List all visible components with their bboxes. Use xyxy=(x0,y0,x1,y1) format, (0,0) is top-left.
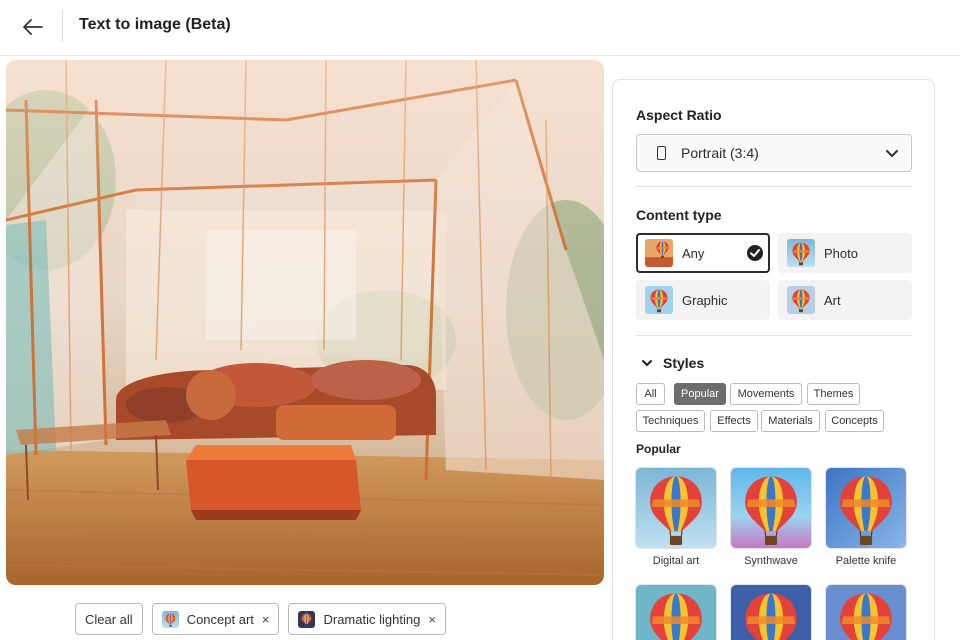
chip-concept-art[interactable]: Concept art × xyxy=(151,603,280,635)
graphic-thumbnail xyxy=(645,286,673,314)
filter-effects[interactable]: Effects xyxy=(710,410,758,432)
chip-label: Dramatic lighting xyxy=(323,611,421,627)
filter-popular[interactable]: Popular xyxy=(674,383,726,405)
content-type-label: Graphic xyxy=(682,292,728,308)
content-type-label: Photo xyxy=(824,245,858,261)
filter-themes[interactable]: Themes xyxy=(807,383,860,405)
back-button[interactable] xyxy=(18,12,48,42)
checkmark-circle-icon xyxy=(747,245,763,261)
filter-all[interactable]: All xyxy=(636,383,665,405)
settings-panel: Aspect Ratio Portrait (3:4) Content type… xyxy=(612,79,935,640)
style-tile-digital-art[interactable] xyxy=(636,468,716,548)
content-type-art[interactable]: Art xyxy=(778,280,912,320)
style-label: Palette knife xyxy=(835,555,897,567)
style-label: Digital art xyxy=(652,555,700,567)
arrow-left-icon xyxy=(23,19,43,35)
aspect-ratio-dropdown[interactable]: Portrait (3:4) xyxy=(636,134,912,172)
clear-all-button[interactable]: Clear all xyxy=(75,603,143,635)
styles-title: Styles xyxy=(663,355,705,371)
generated-image[interactable] xyxy=(6,60,604,585)
page-title: Text to image (Beta) xyxy=(79,16,231,33)
chevron-down-icon xyxy=(886,150,898,157)
any-thumbnail xyxy=(645,239,673,267)
top-bar: Text to image (Beta) xyxy=(0,0,960,56)
concept-art-thumbnail xyxy=(161,610,179,628)
chip-label: Concept art xyxy=(186,611,254,627)
content-type-any[interactable]: Any xyxy=(636,233,770,273)
filter-materials[interactable]: Materials xyxy=(761,410,820,432)
header-divider xyxy=(62,10,63,42)
divider xyxy=(636,186,912,187)
dramatic-lighting-thumbnail xyxy=(298,610,316,628)
art-thumbnail xyxy=(787,286,815,314)
content-type-label: Art xyxy=(824,292,841,308)
styles-toggle[interactable]: Styles xyxy=(641,355,704,371)
style-tile[interactable] xyxy=(636,585,716,640)
style-tile-palette-knife[interactable] xyxy=(826,468,906,548)
content-type-photo[interactable]: Photo xyxy=(778,233,912,273)
aspect-ratio-value: Portrait (3:4) xyxy=(681,145,759,161)
chevron-down-icon xyxy=(642,360,652,366)
style-tile[interactable] xyxy=(826,585,906,640)
content-type-label: Any xyxy=(682,245,705,261)
clear-all-label: Clear all xyxy=(85,611,133,627)
style-label: Synthwave xyxy=(744,555,798,567)
portrait-icon xyxy=(657,146,666,160)
close-icon[interactable]: × xyxy=(428,612,436,627)
prompt-chips: Clear all Concept art × Dramatic lightin… xyxy=(75,603,446,635)
filter-movements[interactable]: Movements xyxy=(730,383,802,405)
photo-thumbnail xyxy=(787,239,815,267)
style-tile[interactable] xyxy=(731,585,811,640)
filter-techniques[interactable]: Techniques xyxy=(636,410,705,432)
filter-concepts[interactable]: Concepts xyxy=(825,410,884,432)
divider xyxy=(636,335,912,336)
aspect-ratio-title: Aspect Ratio xyxy=(636,107,722,123)
popular-group-title: Popular xyxy=(636,442,681,456)
content-type-title: Content type xyxy=(636,207,722,223)
style-tile-synthwave[interactable] xyxy=(731,468,811,548)
content-type-graphic[interactable]: Graphic xyxy=(636,280,770,320)
chip-dramatic-lighting[interactable]: Dramatic lighting × xyxy=(288,603,446,635)
close-icon[interactable]: × xyxy=(262,612,270,627)
